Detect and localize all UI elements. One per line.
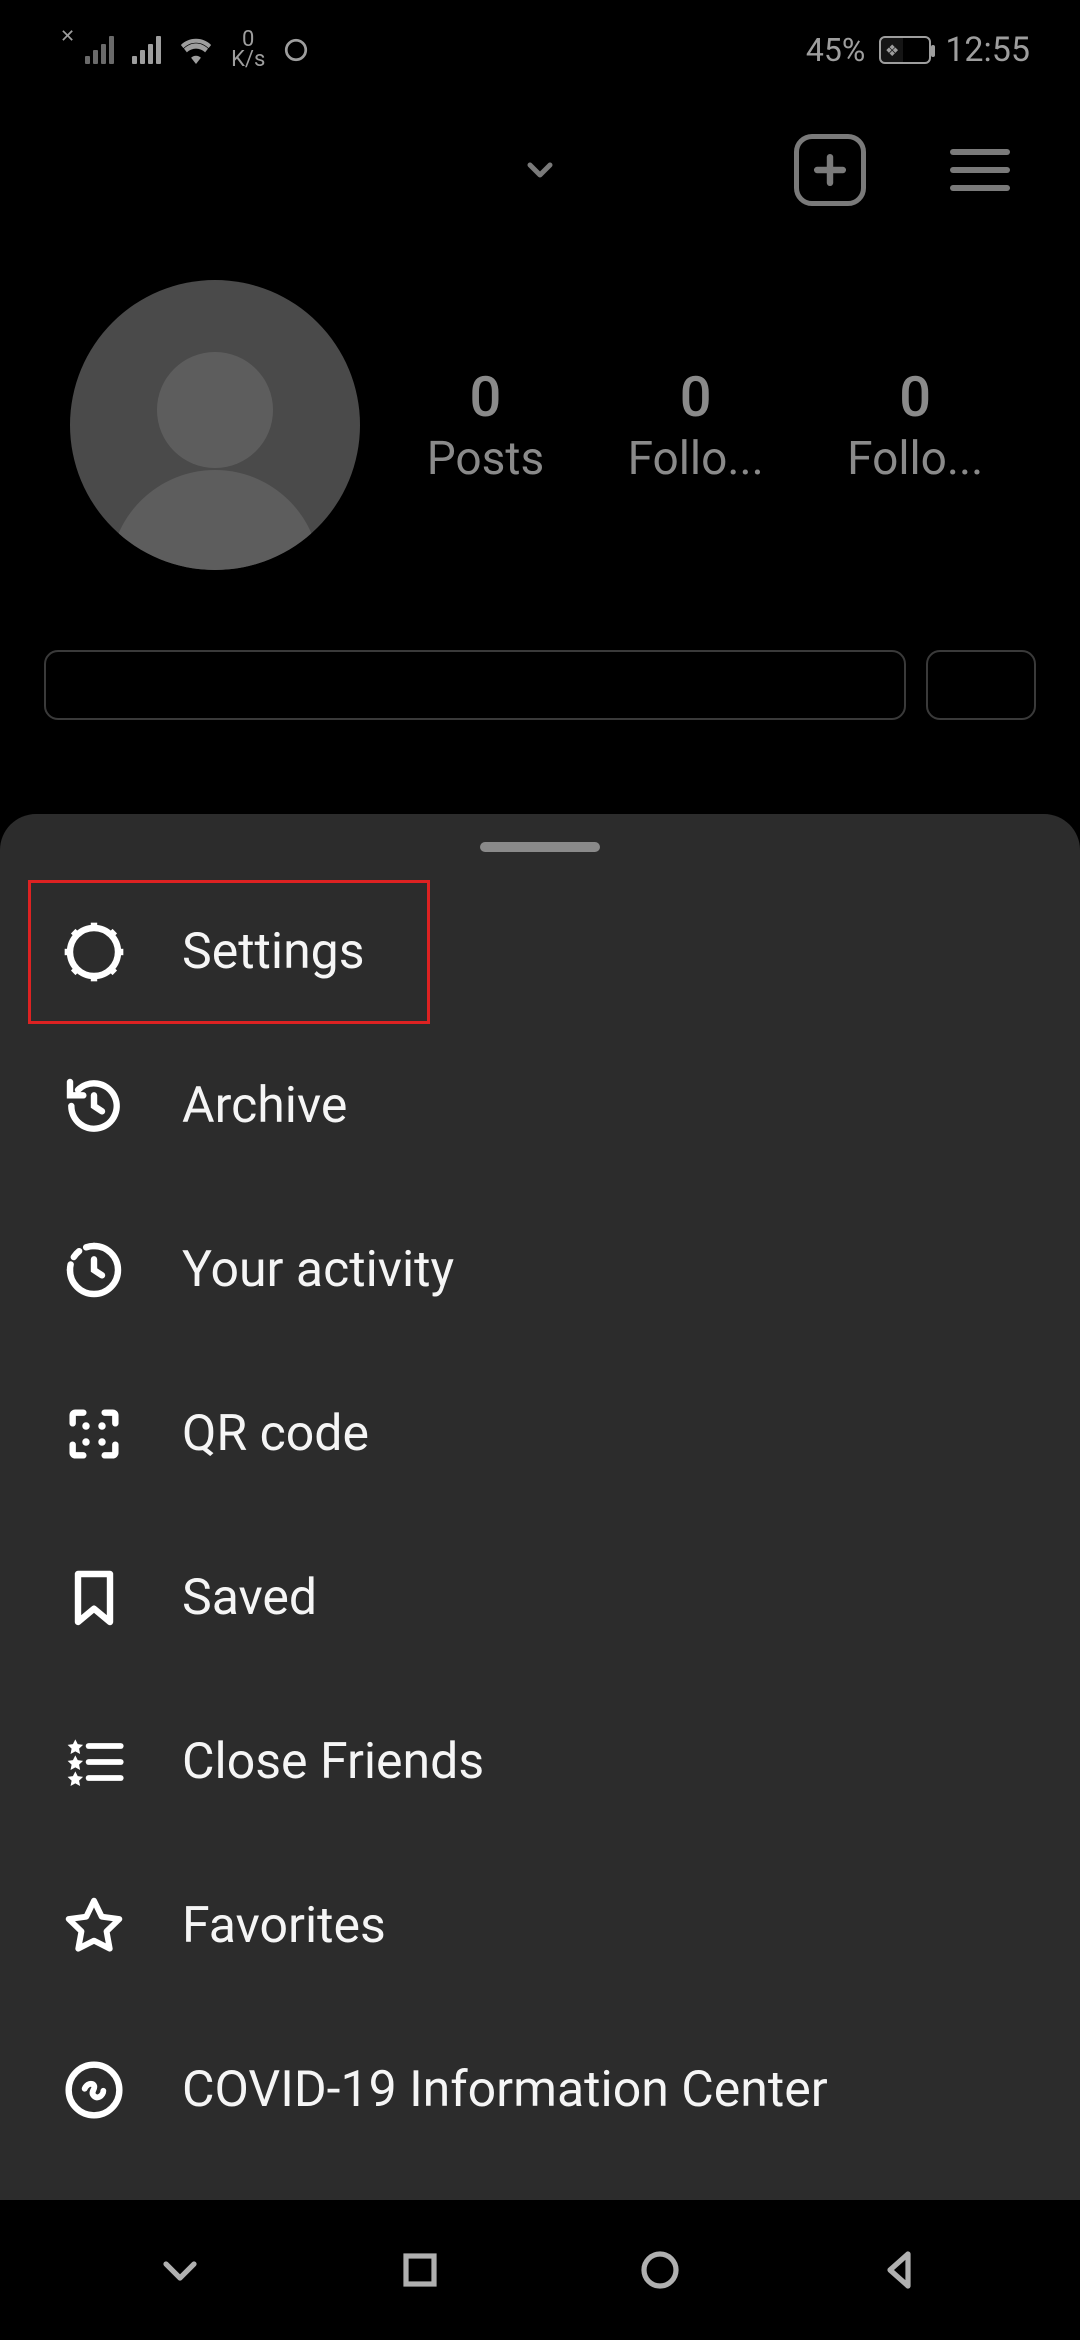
- battery-percent: 45%: [806, 31, 865, 69]
- profile-stats: 0 Posts 0 Follo... 0 Follo...: [390, 364, 1020, 486]
- hamburger-icon: [950, 149, 1010, 191]
- discover-people-button[interactable]: [926, 650, 1036, 720]
- wifi-icon: [179, 36, 213, 64]
- profile-summary: 0 Posts 0 Follo... 0 Follo...: [0, 240, 1080, 590]
- menu-label: Settings: [182, 923, 365, 981]
- status-bar: ✕ 0 K/s 45% ❖ 12:55: [0, 0, 1080, 100]
- archive-icon: [58, 1070, 130, 1142]
- create-button[interactable]: [790, 130, 870, 210]
- signal-sim2-icon: [132, 36, 161, 64]
- username-dropdown[interactable]: [520, 150, 560, 190]
- system-nav-bar: [0, 2200, 1080, 2340]
- edit-profile-row: [44, 650, 1036, 720]
- nav-keyboard-down-button[interactable]: [135, 2225, 225, 2315]
- menu-label: Favorites: [182, 1897, 386, 1955]
- menu-item-saved[interactable]: Saved: [0, 1516, 1080, 1680]
- no-sim-icon: ✕: [60, 26, 75, 47]
- posts-count: 0: [427, 364, 545, 430]
- clock: 12:55: [945, 30, 1030, 70]
- chevron-down-icon: [520, 150, 560, 190]
- hamburger-menu-button[interactable]: [940, 130, 1020, 210]
- plus-icon: [794, 134, 866, 206]
- nav-recents-button[interactable]: [375, 2225, 465, 2315]
- qr-code-icon: [58, 1398, 130, 1470]
- options-menu-list: Settings Archive Your activity QR code S: [0, 880, 1080, 2172]
- menu-label: COVID-19 Information Center: [182, 2061, 828, 2119]
- posts-stat[interactable]: 0 Posts: [427, 364, 545, 486]
- profile-avatar[interactable]: [70, 280, 360, 570]
- menu-item-archive[interactable]: Archive: [0, 1024, 1080, 1188]
- sheet-drag-handle[interactable]: [480, 842, 600, 852]
- covid-info-icon: [58, 2054, 130, 2126]
- menu-item-covid-info[interactable]: COVID-19 Information Center: [0, 2008, 1080, 2172]
- close-friends-icon: [58, 1726, 130, 1798]
- options-bottom-sheet: Settings Archive Your activity QR code S: [0, 814, 1080, 2200]
- star-icon: [58, 1890, 130, 1962]
- net-speed-unit: K/s: [231, 50, 265, 70]
- edit-profile-button[interactable]: [44, 650, 906, 720]
- bookmark-icon: [58, 1562, 130, 1634]
- activity-icon: [58, 1234, 130, 1306]
- following-label: Follo...: [847, 432, 983, 486]
- menu-item-settings[interactable]: Settings: [28, 880, 430, 1024]
- followers-label: Follo...: [628, 432, 764, 486]
- menu-item-qr-code[interactable]: QR code: [0, 1352, 1080, 1516]
- battery-icon: ❖: [879, 36, 931, 64]
- following-stat[interactable]: 0 Follo...: [847, 364, 983, 486]
- status-circle-icon: [283, 37, 309, 63]
- following-count: 0: [847, 364, 983, 430]
- menu-item-favorites[interactable]: Favorites: [0, 1844, 1080, 2008]
- menu-label: QR code: [182, 1405, 369, 1463]
- nav-home-button[interactable]: [615, 2225, 705, 2315]
- followers-count: 0: [628, 364, 764, 430]
- menu-label: Archive: [182, 1077, 347, 1135]
- nav-back-button[interactable]: [855, 2225, 945, 2315]
- menu-label: Close Friends: [182, 1733, 484, 1791]
- profile-header: [0, 100, 1080, 240]
- menu-label: Your activity: [182, 1241, 454, 1299]
- menu-item-close-friends[interactable]: Close Friends: [0, 1680, 1080, 1844]
- menu-label: Saved: [182, 1569, 317, 1627]
- status-left: ✕ 0 K/s: [60, 30, 309, 70]
- posts-label: Posts: [427, 432, 545, 486]
- followers-stat[interactable]: 0 Follo...: [628, 364, 764, 486]
- status-right: 45% ❖ 12:55: [806, 30, 1030, 70]
- signal-sim1-icon: [85, 36, 114, 64]
- gear-icon: [58, 916, 130, 988]
- menu-item-your-activity[interactable]: Your activity: [0, 1188, 1080, 1352]
- network-speed: 0 K/s: [231, 30, 265, 70]
